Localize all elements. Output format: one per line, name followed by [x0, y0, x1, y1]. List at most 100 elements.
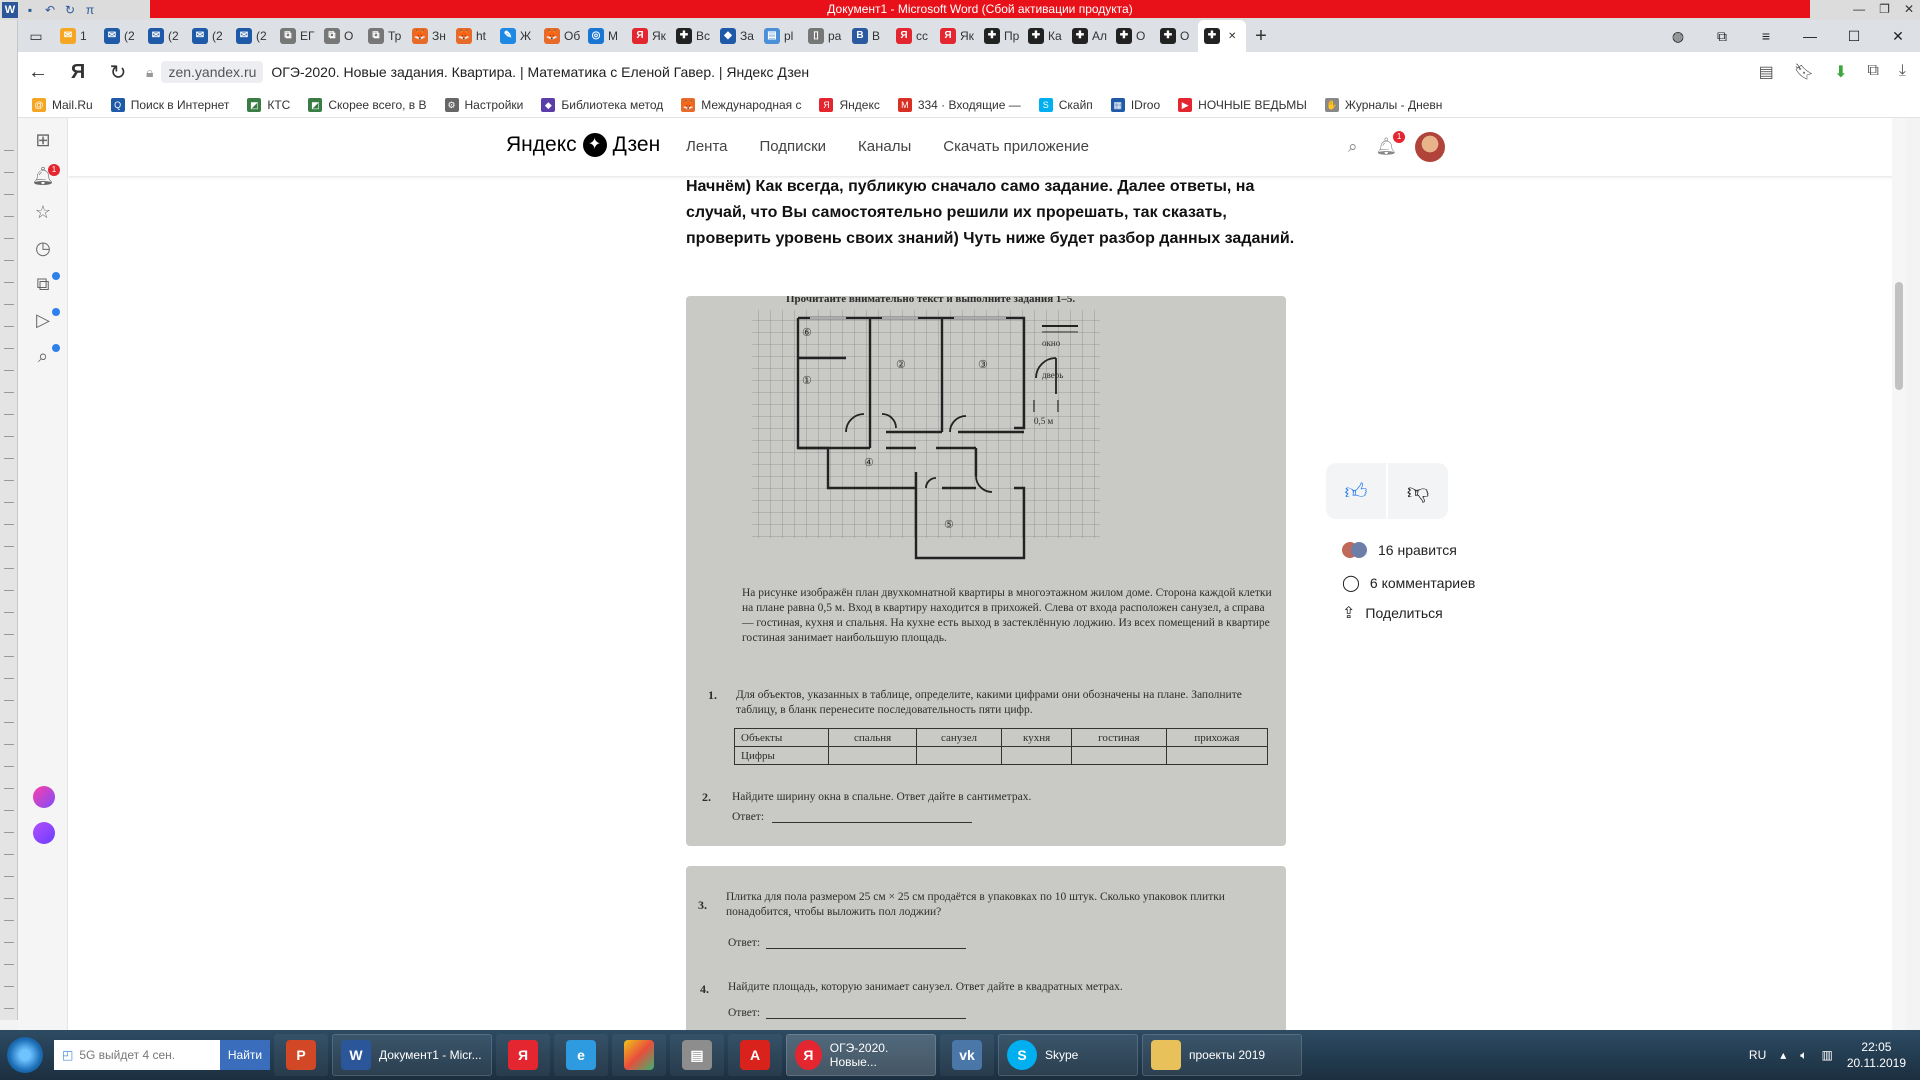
browser-tab[interactable]: ВВ	[846, 20, 890, 52]
minimize-icon[interactable]: —	[1853, 0, 1865, 18]
bookmark-item[interactable]: ◆ Библиотека метод	[541, 97, 663, 112]
browser-tab[interactable]: ✉ (2	[98, 20, 142, 52]
browser-tab[interactable]: ▯ ра	[802, 20, 846, 52]
bookmark-icon[interactable]: 🔖︎	[1794, 62, 1814, 82]
page-scrollbar[interactable]	[1892, 118, 1906, 1030]
word-logo-icon[interactable]: W	[2, 2, 18, 18]
browser-tab[interactable]: ⧉ О	[318, 20, 362, 52]
vk-app[interactable]: vk	[940, 1034, 994, 1076]
taskbar-folder[interactable]: проекты 2019	[1142, 1034, 1302, 1076]
paint-app[interactable]	[612, 1034, 666, 1076]
bookmark-item[interactable]: S Скайп	[1038, 97, 1093, 112]
avatar[interactable]	[1415, 132, 1446, 162]
minimize-icon[interactable]: —	[1788, 28, 1832, 44]
browser-tab[interactable]: Ясс	[890, 20, 934, 52]
reader-mode-icon[interactable]: ▤	[1759, 62, 1774, 82]
browser-tab[interactable]: 🦊 ht	[450, 20, 494, 52]
share-button[interactable]: ⇪ Поделиться	[1342, 603, 1443, 623]
close-icon[interactable]: ✕	[1904, 0, 1914, 18]
download-arrow-icon[interactable]: ⬇	[1834, 62, 1847, 82]
zen-logo[interactable]: Яндекс ✦ Дзен	[506, 133, 660, 157]
bookmark-item[interactable]: Q Поиск в Интернет	[110, 97, 229, 112]
browser-tab[interactable]: ◎ М	[582, 20, 626, 52]
network-icon[interactable]: ▥	[1821, 1048, 1832, 1062]
browser-tab[interactable]: ✉ (2	[230, 20, 274, 52]
browser-tab[interactable]: Я Як	[626, 20, 670, 52]
browser-tab[interactable]: ⧉ Тр	[362, 20, 406, 52]
start-button[interactable]	[0, 1030, 50, 1080]
browser-tab[interactable]: 🦊 Зн	[406, 20, 450, 52]
back-icon[interactable]: ←	[18, 61, 58, 84]
dislike-button[interactable]: 👎︎	[1388, 463, 1448, 519]
bell-icon[interactable]: 🔔︎ 1	[1376, 131, 1406, 157]
taskbar-search-button[interactable]: Найти	[220, 1040, 270, 1070]
tray-expand-icon[interactable]: ▴	[1780, 1048, 1786, 1062]
browser-tab[interactable]: ◆ За	[714, 20, 758, 52]
equation-icon[interactable]: π	[82, 2, 98, 18]
yandex-app[interactable]: Я	[496, 1034, 550, 1076]
close-icon[interactable]: ✕	[1876, 28, 1920, 45]
nav-subscriptions[interactable]: Подписки	[760, 138, 827, 155]
translate-icon[interactable]: ⧉	[1867, 62, 1878, 82]
browser-tab[interactable]: ✚ О	[1110, 20, 1154, 52]
browser-tab[interactable]: ✚ Пр	[978, 20, 1022, 52]
tab-close-icon[interactable]: ✕	[1228, 31, 1236, 42]
apps-grid-icon[interactable]: ⊞	[31, 128, 55, 152]
bookmark-item[interactable]: M 334 · Входящие —	[897, 97, 1021, 112]
browser-tab[interactable]: ✉ (2	[186, 20, 230, 52]
yandex-home-icon[interactable]: Я	[58, 61, 98, 84]
search-icon[interactable]: ⌕	[1348, 137, 1358, 157]
browser-tab[interactable]: ⧉ ЕГ	[274, 20, 318, 52]
likes-count[interactable]: 16 нравится	[1342, 542, 1457, 558]
restore-icon[interactable]: ❐	[1879, 0, 1890, 18]
url-field[interactable]: 🔒︎ zen.yandex.ru ОГЭ-2020. Новые задания…	[138, 57, 1759, 87]
reload-icon[interactable]: ↻	[98, 60, 138, 85]
browser-tab[interactable]: ✉ 1	[54, 20, 98, 52]
scrollbar-thumb[interactable]	[1895, 282, 1903, 390]
bookmark-item[interactable]: ▶ НОЧНЫЕ ВЕДЬМЫ	[1178, 97, 1307, 112]
browser-tab[interactable]: ✚ Вс	[670, 20, 714, 52]
ie-app[interactable]: e	[554, 1034, 608, 1076]
browser-tab[interactable]: ✚ Ка	[1022, 20, 1066, 52]
maximize-icon[interactable]: ☐	[1832, 28, 1876, 45]
browser-tab[interactable]: 🦊 Об	[538, 20, 582, 52]
bookmark-item[interactable]: Я Яндекс	[819, 97, 880, 112]
printer-app[interactable]: ▤	[670, 1034, 724, 1076]
profile-icon[interactable]: ◍	[1656, 28, 1700, 45]
comments-link[interactable]: ◯ 6 комментариев	[1342, 573, 1475, 593]
bookmark-item[interactable]: @ Mail.Ru	[32, 97, 93, 112]
browser-tab[interactable]: ✚ ✕	[1198, 20, 1246, 52]
acrobat-app[interactable]: A	[728, 1034, 782, 1076]
browser-tab[interactable]: ✎ Ж	[494, 20, 538, 52]
bookmark-item[interactable]: 🦊 Международная с	[681, 97, 801, 112]
nav-download-app[interactable]: Скачать приложение	[943, 138, 1089, 155]
browser-tab[interactable]: ✉ (2	[142, 20, 186, 52]
undo-icon[interactable]: ↶	[42, 2, 58, 18]
nav-channels[interactable]: Каналы	[858, 138, 911, 155]
collections-icon[interactable]: ⧉	[1700, 28, 1744, 45]
taskbar-search-input[interactable]: ◰ 5G выйдет 4 сен.	[54, 1040, 220, 1070]
bookmark-item[interactable]: ◩ Скорее всего, в В	[308, 97, 427, 112]
downloads-icon[interactable]: ⤓	[1899, 62, 1906, 82]
nav-feed[interactable]: Лента	[686, 138, 728, 155]
tabs-panel-icon[interactable]: ▭	[18, 20, 54, 52]
browser-tab[interactable]: ▤ pl	[758, 20, 802, 52]
menu-icon[interactable]: ≡	[1744, 28, 1788, 44]
bookmark-item[interactable]: ✋ Журналы - Дневн	[1324, 97, 1442, 112]
bookmark-item[interactable]: ⚙ Настройки	[444, 97, 523, 112]
language-indicator[interactable]: RU	[1749, 1048, 1766, 1062]
like-button[interactable]: 👍︎	[1326, 463, 1386, 519]
taskbar-browser[interactable]: Я ОГЭ-2020. Новые...	[786, 1034, 936, 1076]
browser-tab[interactable]: Я Як	[934, 20, 978, 52]
volume-icon[interactable]: 🔈︎	[1800, 1048, 1807, 1063]
messenger-icon[interactable]	[33, 786, 55, 808]
star-icon[interactable]: ☆	[31, 200, 55, 224]
browser-tab[interactable]: ✚ О	[1154, 20, 1198, 52]
save-icon[interactable]: ▪	[22, 2, 38, 18]
taskbar-skype[interactable]: S Skype	[998, 1034, 1138, 1076]
browser-tab[interactable]: ✚ Ал	[1066, 20, 1110, 52]
powerpoint-app[interactable]: P	[274, 1034, 328, 1076]
alice-icon[interactable]	[33, 822, 55, 844]
history-clock-icon[interactable]: ◷	[31, 236, 55, 260]
clock[interactable]: 22:05 20.11.2019	[1847, 1039, 1906, 1071]
